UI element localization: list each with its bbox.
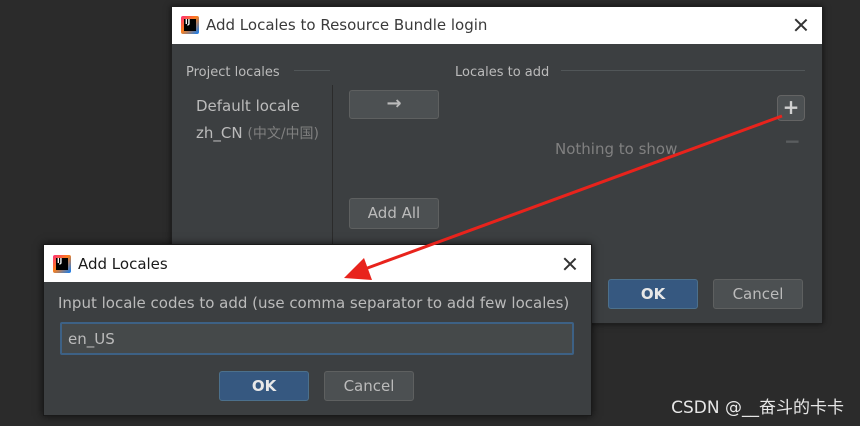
- watermark-text: CSDN @__奋斗的卡卡: [671, 398, 844, 418]
- panel-divider: [332, 85, 333, 245]
- sub-ok-button[interactable]: OK: [219, 371, 309, 401]
- empty-list-text: Nothing to show: [555, 140, 678, 158]
- main-dialog-titlebar: IJ Add Locales to Resource Bundle login: [172, 7, 822, 44]
- locale-codes-prompt: Input locale codes to add (use comma sep…: [58, 294, 570, 312]
- sub-cancel-button[interactable]: Cancel: [324, 371, 414, 401]
- sub-dialog-titlebar: IJ Add Locales: [44, 245, 591, 282]
- main-dialog-title: Add Locales to Resource Bundle login: [206, 16, 488, 34]
- project-locales-label: Project locales: [186, 65, 280, 80]
- move-to-add-button[interactable]: →: [349, 90, 439, 119]
- main-ok-button[interactable]: OK: [608, 279, 698, 309]
- project-locale-item[interactable]: zh_CN (中文/中国): [196, 123, 319, 143]
- main-cancel-button[interactable]: Cancel: [713, 279, 803, 309]
- right-arrow-icon: →: [386, 93, 402, 114]
- add-all-button[interactable]: Add All: [349, 198, 439, 229]
- add-locale-plus-icon[interactable]: +: [777, 95, 805, 121]
- project-locales-separator: [294, 70, 330, 71]
- remove-locale-minus-icon[interactable]: −: [784, 129, 801, 153]
- add-locales-dialog: IJ Add Locales Input locale codes to add…: [43, 244, 592, 416]
- main-dialog-close-icon[interactable]: [793, 17, 809, 33]
- locale-codes-input[interactable]: [60, 322, 574, 355]
- project-locale-item[interactable]: Default locale: [196, 97, 300, 115]
- locales-to-add-separator: [561, 70, 805, 71]
- locales-to-add-label: Locales to add: [455, 65, 550, 80]
- intellij-logo-icon: IJ: [53, 255, 71, 273]
- intellij-logo-icon: IJ: [181, 16, 199, 34]
- sub-dialog-title: Add Locales: [78, 255, 168, 273]
- sub-dialog-close-icon[interactable]: [562, 256, 578, 272]
